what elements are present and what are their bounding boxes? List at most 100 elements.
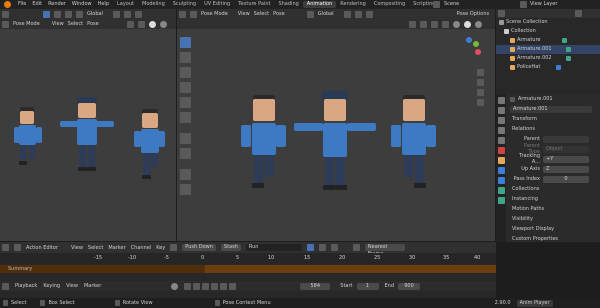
relax-tool-icon[interactable] (180, 184, 191, 195)
play-reverse-icon[interactable] (202, 282, 210, 290)
right-3d-viewport[interactable]: Pose Mode View Select Pose Global Pose O… (177, 9, 495, 241)
section-motion-paths[interactable]: Motion Paths (496, 204, 600, 214)
menu-channel[interactable]: Channel (131, 245, 152, 251)
tab-sculpting[interactable]: Sculpting (169, 1, 200, 8)
bone-tab-icon[interactable] (498, 197, 505, 204)
orientation-dropdown[interactable]: Global (87, 11, 103, 17)
interpolation-dropdown[interactable]: Nearest Frame (364, 244, 405, 257)
physics-tab-icon[interactable] (498, 167, 505, 174)
up-axis-dropdown[interactable]: Z (543, 165, 589, 173)
pose-icon[interactable] (565, 56, 571, 61)
outliner-item-armature-001[interactable]: Armature.001 (496, 45, 600, 54)
tab-rendering[interactable]: Rendering (336, 1, 370, 8)
outliner-item-policehat[interactable]: PoliceHat (496, 63, 600, 72)
pivot-icon[interactable] (112, 10, 120, 18)
data-tab-icon[interactable] (498, 187, 505, 194)
axis-x-icon[interactable] (475, 49, 481, 55)
modifier-icon[interactable] (556, 65, 562, 70)
object-tab-icon[interactable] (498, 157, 505, 164)
scene-selector[interactable]: Scene (444, 1, 459, 8)
pass-index-field[interactable]: 0 (543, 175, 589, 183)
character-running-2[interactable] (387, 95, 437, 195)
mode-icon[interactable] (14, 244, 21, 251)
axis-y-icon[interactable] (473, 41, 479, 47)
menu-key[interactable]: Key (156, 245, 165, 251)
shading-material-icon[interactable] (475, 20, 482, 28)
menu-pose[interactable]: Pose (87, 21, 99, 27)
jump-end-icon[interactable] (229, 282, 237, 290)
shading-material-icon[interactable] (159, 20, 167, 28)
mode-dropdown[interactable]: Pose Mode (13, 21, 40, 27)
current-frame-field[interactable]: 584 (300, 282, 331, 290)
perspective-toggle-icon[interactable] (477, 99, 484, 106)
transform-tool-icon[interactable] (180, 112, 191, 123)
zoom-icon[interactable] (477, 69, 484, 76)
menu-window[interactable]: Window (72, 1, 92, 8)
prev-keyframe-icon[interactable] (193, 282, 201, 290)
parent-type-dropdown[interactable]: Object (543, 145, 589, 153)
menu-view[interactable]: View (66, 283, 78, 289)
pivot-icon[interactable] (343, 10, 351, 18)
navigation-gizmo[interactable] (455, 37, 485, 67)
pose-options-dropdown[interactable]: Pose Options (457, 11, 489, 17)
frame-ruler[interactable]: -15 -10 -5 0 5 10 15 20 25 30 35 40 (0, 253, 496, 264)
viewport-visibility-icon[interactable] (409, 20, 416, 28)
character-running[interactable] (14, 107, 48, 177)
scene-tab-icon[interactable] (498, 137, 505, 144)
overlay-icon[interactable] (137, 20, 145, 28)
select-box-tool-icon[interactable] (180, 37, 191, 48)
character-tpose[interactable] (292, 91, 382, 196)
tool-tab-icon[interactable] (498, 97, 505, 104)
menu-help[interactable]: Help (98, 1, 109, 8)
tracking-axis-dropdown[interactable]: +Y (543, 155, 589, 163)
tab-texture-paint[interactable]: Texture Paint (234, 1, 274, 8)
anim-player-button[interactable]: Anim Player (516, 299, 553, 307)
blender-logo-icon[interactable] (4, 1, 11, 8)
jump-start-icon[interactable] (184, 282, 192, 290)
scale-tool-icon[interactable] (180, 97, 191, 108)
annotate-tool-icon[interactable] (180, 133, 191, 144)
editor-mode-dropdown[interactable]: Action Editor (26, 245, 58, 251)
left-3d-viewport[interactable]: Global Pose Mode View Select Pose (0, 9, 176, 241)
menu-edit[interactable]: Edit (32, 1, 42, 8)
menu-render[interactable]: Render (48, 1, 66, 8)
tab-shading[interactable]: Shading (274, 1, 302, 8)
render-tab-icon[interactable] (498, 107, 505, 114)
timeline-editor-icon[interactable] (2, 282, 9, 290)
menu-playback[interactable]: Playback (15, 283, 37, 289)
section-viewport-display[interactable]: Viewport Display (496, 224, 600, 234)
shading-solid-icon[interactable] (464, 20, 471, 28)
menu-keying[interactable]: Keying (43, 283, 60, 289)
character-running[interactable] (237, 95, 287, 195)
move-tool-icon[interactable] (180, 67, 191, 78)
record-icon[interactable] (171, 282, 179, 290)
view-layer-selector[interactable]: View Layer (530, 1, 557, 8)
parent-field[interactable] (543, 135, 589, 143)
menu-view[interactable]: View (71, 245, 83, 251)
fake-user-icon[interactable] (306, 244, 314, 251)
action-editor[interactable]: Action Editor View Select Marker Channel… (0, 242, 496, 298)
axis-z-icon[interactable] (466, 37, 472, 43)
orientation-dropdown[interactable]: Global (318, 11, 334, 17)
select-mode-icon-2[interactable] (54, 10, 61, 18)
gizmo-icon[interactable] (420, 20, 427, 28)
menu-file[interactable]: File (18, 1, 26, 8)
xray-icon[interactable] (442, 20, 449, 28)
push-down-button[interactable]: Push Down (182, 244, 216, 251)
snap-icon[interactable] (123, 10, 131, 18)
pose-icon[interactable] (565, 47, 571, 52)
datablock-name-field[interactable]: Armature.001 (510, 105, 592, 113)
measure-tool-icon[interactable] (180, 148, 191, 159)
tab-compositing[interactable]: Compositing (370, 1, 409, 8)
menu-view[interactable]: View (238, 11, 250, 17)
proportional-icon[interactable] (134, 10, 142, 18)
proportional-icon[interactable] (365, 10, 373, 18)
section-transform[interactable]: Transform (496, 114, 600, 124)
outliner-item-scene-collection[interactable]: Scene Collection (496, 18, 600, 27)
new-action-icon[interactable] (318, 244, 326, 251)
shading-solid-icon[interactable] (148, 20, 156, 28)
outliner-item-armature[interactable]: Armature (496, 36, 600, 45)
outliner-item-armature-002[interactable]: Armature.002 (496, 54, 600, 63)
constraints-tab-icon[interactable] (498, 177, 505, 184)
orientation-icon[interactable] (306, 10, 314, 18)
